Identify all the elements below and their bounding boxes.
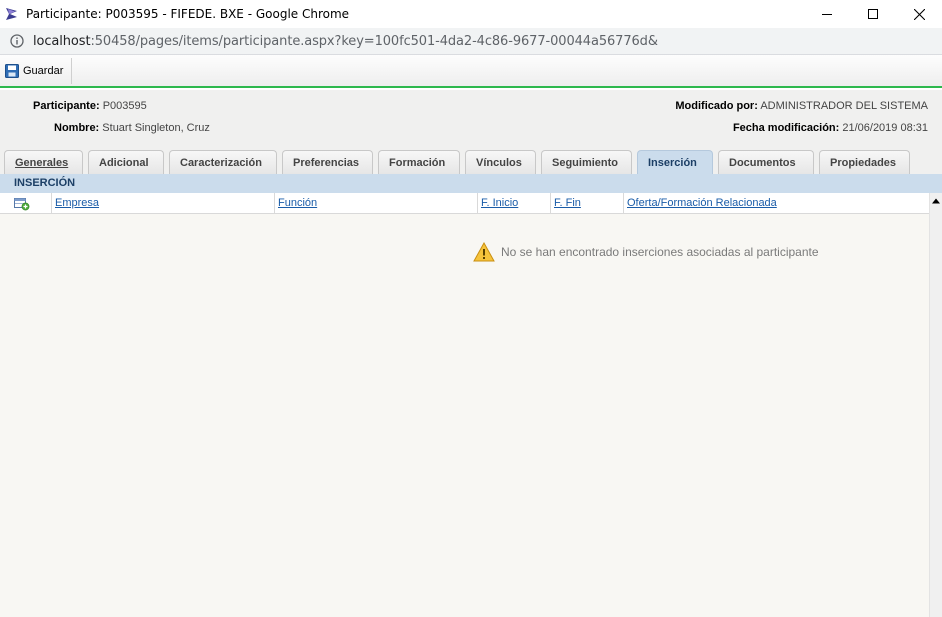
- tab-insercion[interactable]: Inserción: [637, 150, 713, 174]
- modificado-value: ADMINISTRADOR DEL SISTEMA: [760, 100, 928, 112]
- tab-label: Documentos: [729, 156, 796, 169]
- column-empresa[interactable]: Empresa: [51, 193, 274, 214]
- tab-propiedades[interactable]: Propiedades: [819, 150, 910, 174]
- close-button[interactable]: [896, 0, 942, 28]
- nombre-value: Stuart Singleton, Cruz: [102, 122, 210, 134]
- participante-field: Participante: P003595: [33, 100, 147, 112]
- save-button[interactable]: Guardar: [0, 57, 73, 84]
- scroll-up-button[interactable]: [930, 193, 942, 209]
- tab-label: Adicional: [99, 156, 149, 169]
- tab-seguimiento[interactable]: Seguimiento: [541, 150, 632, 174]
- section-header: INSERCIÓN: [0, 174, 942, 193]
- column-oferta-formacion[interactable]: Oferta/Formación Relacionada: [623, 193, 929, 214]
- tab-documentos[interactable]: Documentos: [718, 150, 814, 174]
- minimize-button[interactable]: [804, 0, 850, 28]
- tab-preferencias[interactable]: Preferencias: [282, 150, 373, 174]
- participante-label: Participante:: [33, 100, 100, 112]
- nombre-field: Nombre: Stuart Singleton, Cruz: [54, 122, 210, 134]
- tab-label: Inserción: [648, 156, 697, 169]
- window-controls: [804, 0, 942, 28]
- nombre-label: Nombre:: [54, 122, 100, 134]
- add-row-icon[interactable]: [14, 197, 30, 211]
- empty-message-text: No se han encontrado inserciones asociad…: [501, 245, 819, 259]
- column-funcion[interactable]: Función: [274, 193, 477, 214]
- url-path: :50458/pages/items/participante.aspx?key…: [90, 33, 658, 49]
- modificado-field: Modificado por: ADMINISTRADOR DEL SISTEM…: [675, 100, 928, 112]
- window-titlebar: Participante: P003595 - FIFEDE. BXE - Go…: [0, 0, 942, 28]
- save-icon: [5, 63, 19, 78]
- fecha-field: Fecha modificación: 21/06/2019 08:31: [733, 122, 928, 134]
- grid-header: Empresa Función F. Inicio F. Fin Oferta/…: [0, 193, 929, 214]
- main-content: Participante: P003595 Nombre: Stuart Sin…: [0, 90, 942, 617]
- tab-label: Propiedades: [830, 156, 897, 169]
- toolbar: Guardar: [0, 55, 942, 88]
- column-f-inicio[interactable]: F. Inicio: [477, 193, 550, 214]
- modificado-label: Modificado por:: [675, 100, 758, 112]
- window-title: Participante: P003595 - FIFEDE. BXE - Go…: [26, 7, 350, 21]
- warning-icon: [473, 242, 495, 262]
- tab-label: Preferencias: [293, 156, 360, 169]
- maximize-button[interactable]: [850, 0, 896, 28]
- app-icon: [6, 8, 17, 20]
- save-button-label: Guardar: [23, 64, 64, 77]
- vertical-scrollbar[interactable]: [929, 193, 942, 617]
- tab-caracterizacion[interactable]: Caracterización: [169, 150, 277, 174]
- url-host: localhost: [33, 33, 91, 49]
- tab-formacion[interactable]: Formación: [378, 150, 460, 174]
- tab-label: Formación: [389, 156, 446, 169]
- participante-value: P003595: [102, 100, 147, 112]
- section-title: INSERCIÓN: [14, 177, 76, 189]
- tab-vinculos[interactable]: Vínculos: [465, 150, 536, 174]
- tab-label: Caracterización: [180, 156, 262, 169]
- grid-body: No se han encontrado inserciones asociad…: [0, 214, 929, 617]
- column-f-fin[interactable]: F. Fin: [550, 193, 623, 214]
- url-text[interactable]: localhost:50458/pages/items/participante…: [33, 34, 658, 49]
- address-bar[interactable]: localhost:50458/pages/items/participante…: [0, 28, 942, 55]
- tab-label: Seguimiento: [552, 156, 619, 169]
- maximize-icon: [868, 9, 878, 19]
- close-icon: [913, 8, 925, 20]
- tab-label: Vínculos: [476, 156, 522, 169]
- tab-generales[interactable]: Generales: [4, 150, 83, 174]
- info-icon[interactable]: [10, 34, 24, 48]
- tab-bar: Generales Adicional Caracterización Pref…: [4, 150, 915, 174]
- tab-adicional[interactable]: Adicional: [88, 150, 164, 174]
- fecha-label: Fecha modificación:: [732, 122, 840, 134]
- minimize-icon: [822, 14, 832, 15]
- tab-label: Generales: [15, 156, 69, 169]
- empty-message: No se han encontrado inserciones asociad…: [473, 242, 819, 262]
- scroll-up-arrow-icon: [932, 198, 940, 204]
- fecha-value: 21/06/2019 08:31: [842, 122, 928, 134]
